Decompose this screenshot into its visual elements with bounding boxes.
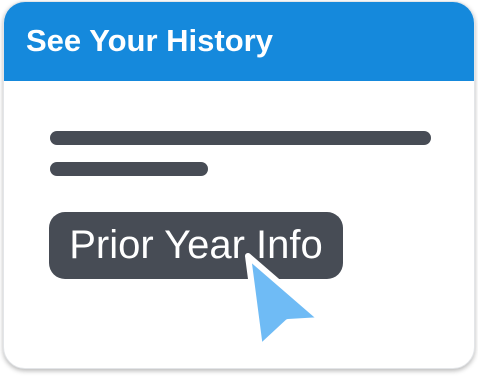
history-card: See Your History [3,1,475,369]
text-placeholder-line-short [50,162,208,176]
text-placeholder-line [50,131,431,145]
card-header: See Your History [4,2,474,81]
prior-year-info-button[interactable]: Prior Year Info [49,212,343,279]
card-title: See Your History [26,23,273,58]
